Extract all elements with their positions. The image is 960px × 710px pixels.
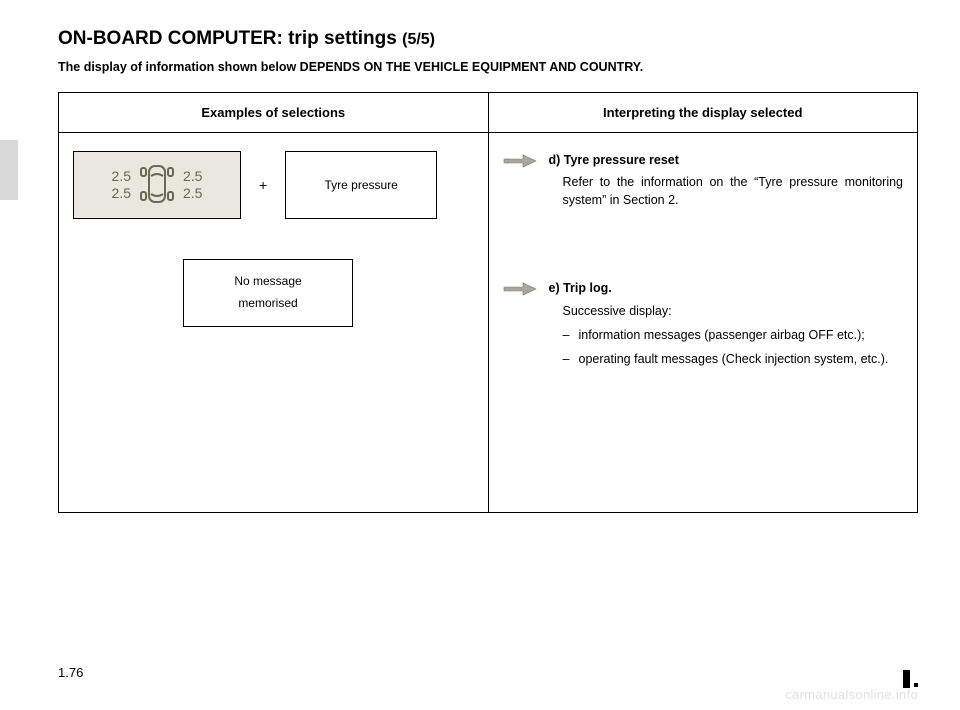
entry-e-body: e) Trip log. Successive display: informa… (549, 279, 904, 368)
header-examples: Examples of selections (59, 93, 489, 133)
interpreting-cell: d) Tyre pressure reset Refer to the info… (488, 133, 918, 513)
entry-e: e) Trip log. Successive display: informa… (503, 279, 904, 368)
entry-d-desc: Refer to the information on the “Tyre pr… (549, 173, 904, 209)
section-tab (0, 140, 18, 200)
page-number: 1.76 (58, 665, 83, 680)
tyre-pressure-display: 2.5 2.5 (73, 151, 241, 219)
arrow-icon (503, 281, 537, 297)
no-message-line1: No message (234, 274, 301, 290)
entry-e-list: information messages (passenger airbag O… (549, 326, 904, 368)
settings-table: Examples of selections Interpreting the … (58, 92, 918, 513)
header-interpreting: Interpreting the display selected (488, 93, 918, 133)
entry-d-body: d) Tyre pressure reset Refer to the info… (549, 151, 904, 209)
tp-fr: 2.5 (183, 168, 202, 186)
equipment-notice: The display of information shown below D… (58, 60, 918, 74)
page-title: ON-BOARD COMPUTER: trip settings (5/5) (58, 28, 918, 50)
tyre-pressure-label-box: Tyre pressure (285, 151, 437, 219)
tyre-values-right: 2.5 2.5 (183, 168, 202, 203)
entry-e-lead: e) Trip log. (549, 279, 904, 297)
car-icon (137, 160, 177, 211)
watermark: carmanualsonline.info (785, 687, 918, 702)
tp-rl: 2.5 (112, 185, 131, 203)
entry-d-lead: d) Tyre pressure reset (549, 151, 904, 169)
tyre-values-left: 2.5 2.5 (112, 168, 131, 203)
entry-d: d) Tyre pressure reset Refer to the info… (503, 151, 904, 209)
tyre-pressure-label: Tyre pressure (325, 178, 398, 192)
examples-cell: 2.5 2.5 (59, 133, 489, 513)
no-message-line2: memorised (238, 296, 297, 312)
entry-e-sub: Successive display: (549, 302, 904, 320)
title-main: ON-BOARD COMPUTER: trip settings (58, 28, 402, 49)
tp-rr: 2.5 (183, 185, 202, 203)
plus-sign: + (251, 177, 275, 193)
entry-e-item1: information messages (passenger airbag O… (563, 326, 904, 344)
tp-fl: 2.5 (112, 168, 131, 186)
tyre-pressure-row: 2.5 2.5 (73, 151, 474, 219)
entry-e-item2: operating fault messages (Check injectio… (563, 350, 904, 368)
title-sub: (5/5) (402, 31, 435, 48)
no-message-box: No message memorised (183, 259, 353, 327)
page-content: ON-BOARD COMPUTER: trip settings (5/5) T… (0, 0, 960, 513)
arrow-icon (503, 153, 537, 169)
footer-mark-icon (903, 670, 918, 688)
